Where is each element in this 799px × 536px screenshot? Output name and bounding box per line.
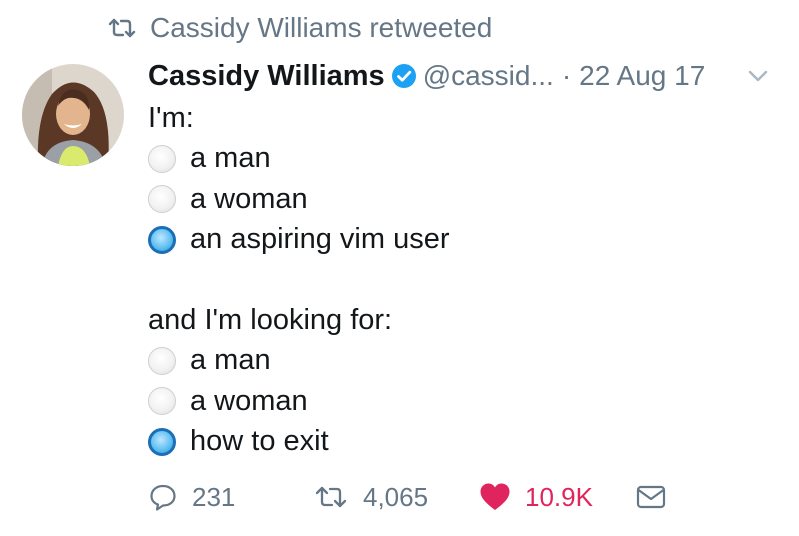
option-label: a man — [190, 142, 271, 175]
reply-count: 231 — [192, 481, 236, 512]
retweet-context: Cassidy Williams retweeted — [106, 8, 492, 48]
option-label: a man — [190, 344, 271, 377]
tweet-header: Cassidy Williams @cassid... · 22 Aug 17 — [148, 56, 769, 96]
author-handle[interactable]: @cassid... — [423, 60, 554, 92]
tweet-date[interactable]: 22 Aug 17 — [579, 60, 705, 92]
retweet-icon — [106, 16, 138, 40]
radio-selected-icon — [148, 225, 176, 254]
option-a-woman: a woman — [148, 179, 779, 220]
heart-icon — [479, 482, 511, 512]
radio-unselected-icon — [148, 185, 176, 214]
header-separator: · — [561, 60, 572, 91]
option-label: a woman — [190, 384, 308, 417]
radio-unselected-icon — [148, 346, 176, 375]
option-a-man: a man — [148, 139, 779, 180]
like-count: 10.9K — [525, 481, 593, 512]
reply-icon — [148, 482, 178, 512]
envelope-icon — [636, 484, 666, 510]
looking-for-label: and I'm looking for: — [148, 303, 393, 336]
verified-badge-icon — [391, 63, 417, 89]
retweeted-by-label[interactable]: Cassidy Williams retweeted — [150, 12, 492, 44]
option-aspiring-vim-user: an aspiring vim user — [148, 220, 779, 261]
tweet-line: I'm: — [148, 98, 779, 139]
reply-button[interactable]: 231 — [148, 482, 313, 513]
retweet-count: 4,065 — [363, 481, 429, 512]
option-label: how to exit — [190, 425, 329, 458]
radio-unselected-icon — [148, 387, 176, 416]
radio-selected-icon — [148, 427, 176, 456]
tweet-actions: 231 4,065 10.9K — [148, 472, 666, 522]
option-a-man-2: a man — [148, 341, 779, 382]
retweet-action-icon — [313, 483, 349, 511]
tweet-line: and I'm looking for: — [148, 300, 779, 341]
option-a-woman-2: a woman — [148, 381, 779, 422]
radio-unselected-icon — [148, 144, 176, 173]
author-name[interactable]: Cassidy Williams — [148, 60, 385, 93]
option-label: an aspiring vim user — [190, 223, 450, 256]
like-button[interactable]: 10.9K — [479, 482, 636, 513]
tweet-text: I'm: a man a woman an aspiring vim user … — [148, 98, 779, 462]
retweet-button[interactable]: 4,065 — [313, 482, 479, 513]
im-label: I'm: — [148, 101, 194, 134]
option-label: a woman — [190, 182, 308, 215]
direct-message-button[interactable] — [636, 484, 666, 510]
option-how-to-exit: how to exit — [148, 422, 779, 463]
avatar[interactable] — [22, 64, 124, 166]
chevron-down-icon[interactable] — [747, 68, 769, 84]
